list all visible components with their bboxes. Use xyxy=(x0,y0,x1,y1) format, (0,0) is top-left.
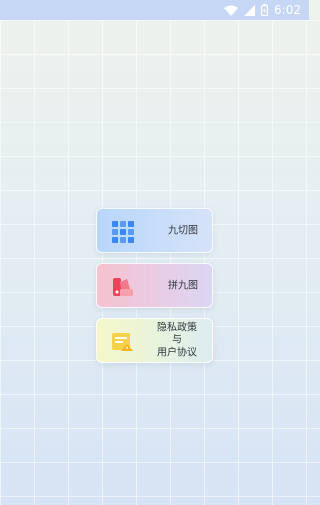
merge-nine-label: 拼九图 xyxy=(168,280,198,291)
nine-cut-button[interactable]: 九切图 xyxy=(96,208,213,253)
signal-icon xyxy=(244,4,256,16)
wifi-icon xyxy=(224,5,239,16)
swatch-icon xyxy=(112,276,134,298)
grid-icon xyxy=(112,221,134,243)
privacy-label-line-2: 与 xyxy=(172,334,182,346)
privacy-label-line-1: 隐私政策 xyxy=(157,321,197,333)
privacy-policy-label: 隐私政策 与 用户协议 xyxy=(157,322,197,360)
document-icon xyxy=(112,331,134,353)
privacy-policy-button[interactable]: 隐私政策 与 用户协议 xyxy=(96,318,213,363)
status-bar: 6:02 xyxy=(0,0,309,20)
nine-cut-label: 九切图 xyxy=(168,225,198,236)
merge-nine-button[interactable]: 拼九图 xyxy=(96,263,213,308)
battery-icon xyxy=(261,4,269,16)
status-time: 6:02 xyxy=(274,3,301,17)
privacy-label-line-3: 用户协议 xyxy=(157,346,197,358)
